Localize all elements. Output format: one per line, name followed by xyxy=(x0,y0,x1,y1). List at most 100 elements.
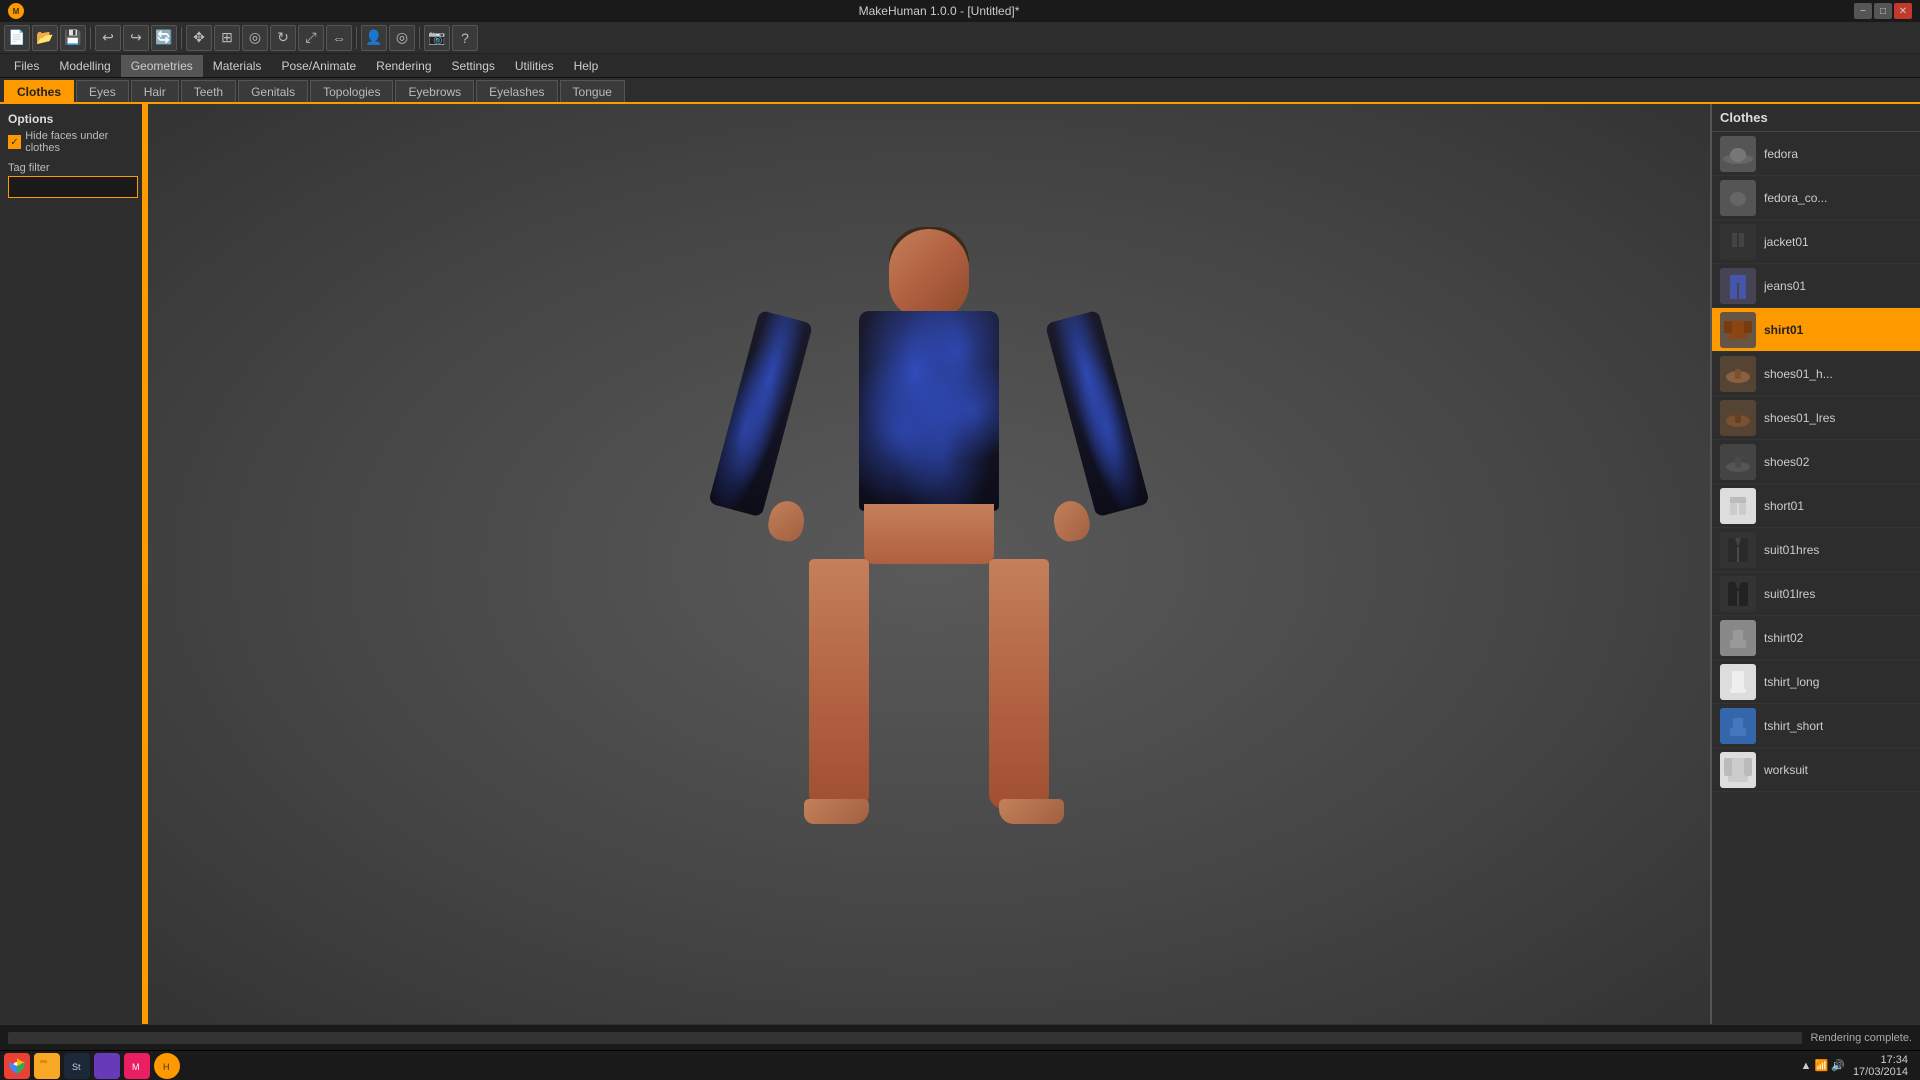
menu-utilities[interactable]: Utilities xyxy=(505,55,564,77)
taskbar-steam-icon[interactable]: St xyxy=(64,1053,90,1079)
taskbar-time: 17:34 17/03/2014 xyxy=(1853,1054,1908,1078)
pose-button[interactable]: 👤 xyxy=(361,25,387,51)
figure-leg-left xyxy=(809,559,869,809)
clothes-item-worksuit[interactable]: worksuit xyxy=(1712,748,1920,792)
item-label-shoes01-lres: shoes01_lres xyxy=(1764,411,1835,425)
hide-faces-checkbox[interactable]: ✓ xyxy=(8,135,21,149)
snap-button[interactable]: ◎ xyxy=(242,25,268,51)
menu-modelling[interactable]: Modelling xyxy=(49,55,120,77)
thumb-suit01hres xyxy=(1720,532,1756,568)
tag-filter-label: Tag filter xyxy=(8,162,138,174)
thumb-tshirt-short xyxy=(1720,708,1756,744)
thumb-shoes02 xyxy=(1720,444,1756,480)
tag-filter-input[interactable] xyxy=(8,176,138,198)
svg-text:H: H xyxy=(163,1062,170,1072)
tab-eyebrows[interactable]: Eyebrows xyxy=(395,80,474,102)
tab-eyes[interactable]: Eyes xyxy=(76,80,129,102)
taskbar-app6-icon[interactable]: H xyxy=(154,1053,180,1079)
item-label-short01: short01 xyxy=(1764,499,1804,513)
figure-hips xyxy=(864,504,994,564)
menu-materials[interactable]: Materials xyxy=(203,55,272,77)
clothes-item-tshirt02[interactable]: tshirt02 xyxy=(1712,616,1920,660)
content-area: Options ✓ Hide faces under clothes Tag f… xyxy=(0,104,1920,1024)
window-controls: − □ ✕ xyxy=(1854,3,1912,19)
thumb-jacket01 xyxy=(1720,224,1756,260)
figure-head xyxy=(889,229,969,319)
item-label-shirt01: shirt01 xyxy=(1764,323,1803,337)
menu-settings[interactable]: Settings xyxy=(442,55,505,77)
clothes-item-tshirt-long[interactable]: tshirt_long xyxy=(1712,660,1920,704)
figure-hand-left xyxy=(766,498,807,543)
svg-text:St: St xyxy=(72,1062,81,1072)
tab-eyelashes[interactable]: Eyelashes xyxy=(476,80,557,102)
thumb-worksuit xyxy=(1720,752,1756,788)
target-button[interactable]: ◎ xyxy=(389,25,415,51)
clothes-item-tshirt-short[interactable]: tshirt_short xyxy=(1712,704,1920,748)
thumb-fedora-co xyxy=(1720,180,1756,216)
tab-tongue[interactable]: Tongue xyxy=(560,80,625,102)
hide-faces-label: Hide faces under clothes xyxy=(25,130,138,154)
tab-teeth[interactable]: Teeth xyxy=(181,80,236,102)
redo-button[interactable]: ↪ xyxy=(123,25,149,51)
clothes-list: fedora fedora_co... jacket01 jeans01 xyxy=(1712,132,1920,1024)
clothes-item-suit01hres[interactable]: suit01hres xyxy=(1712,528,1920,572)
item-label-shoes02: shoes02 xyxy=(1764,455,1809,469)
refresh-button[interactable]: 🔄 xyxy=(151,25,177,51)
menu-geometries[interactable]: Geometries xyxy=(121,55,203,77)
thumb-shirt01 xyxy=(1720,312,1756,348)
status-bar: Rendering complete. xyxy=(0,1024,1920,1050)
clothes-item-shoes01-lres[interactable]: shoes01_lres xyxy=(1712,396,1920,440)
taskbar-app5-icon[interactable]: M xyxy=(124,1053,150,1079)
clothes-item-fedora-co[interactable]: fedora_co... xyxy=(1712,176,1920,220)
menu-files[interactable]: Files xyxy=(4,55,49,77)
taskbar-right: ▲ 📶 🔊 17:34 17/03/2014 xyxy=(1801,1054,1916,1078)
new-button[interactable]: 📄 xyxy=(4,25,30,51)
main-toolbar: 📄 📂 💾 ↩ ↪ 🔄 ✥ ⊞ ◎ ↻ ⤢ ⇔ 👤 ◎ 📷 ? xyxy=(0,22,1920,54)
taskbar-app4-icon[interactable] xyxy=(94,1053,120,1079)
thumb-suit01lres xyxy=(1720,576,1756,612)
app-icon: M xyxy=(8,3,24,19)
tab-genitals[interactable]: Genitals xyxy=(238,80,308,102)
thumb-shoes01-lres xyxy=(1720,400,1756,436)
help-button[interactable]: ? xyxy=(452,25,478,51)
menu-help[interactable]: Help xyxy=(564,55,609,77)
item-label-suit01lres: suit01lres xyxy=(1764,587,1815,601)
left-panel-resize-handle[interactable] xyxy=(142,104,146,1024)
item-label-shoes01-h: shoes01_h... xyxy=(1764,367,1833,381)
close-button[interactable]: ✕ xyxy=(1894,3,1912,19)
tab-hair[interactable]: Hair xyxy=(131,80,179,102)
separator-2 xyxy=(181,27,182,49)
separator-3 xyxy=(356,27,357,49)
menu-rendering[interactable]: Rendering xyxy=(366,55,441,77)
mirror-button[interactable]: ⇔ xyxy=(326,25,352,51)
minimize-button[interactable]: − xyxy=(1854,3,1872,19)
tab-topologies[interactable]: Topologies xyxy=(310,80,393,102)
taskbar-files-icon[interactable] xyxy=(34,1053,60,1079)
clothes-item-shoes01-h[interactable]: shoes01_h... xyxy=(1712,352,1920,396)
viewport[interactable] xyxy=(148,104,1710,1024)
clothes-item-jacket01[interactable]: jacket01 xyxy=(1712,220,1920,264)
thumb-short01 xyxy=(1720,488,1756,524)
save-button[interactable]: 💾 xyxy=(60,25,86,51)
open-button[interactable]: 📂 xyxy=(32,25,58,51)
clothes-item-fedora[interactable]: fedora xyxy=(1712,132,1920,176)
item-label-tshirt02: tshirt02 xyxy=(1764,631,1803,645)
menu-pose-animate[interactable]: Pose/Animate xyxy=(271,55,366,77)
clothes-item-shoes02[interactable]: shoes02 xyxy=(1712,440,1920,484)
undo-button[interactable]: ↩ xyxy=(95,25,121,51)
grid-button[interactable]: ⊞ xyxy=(214,25,240,51)
figure-foot-left xyxy=(804,799,869,824)
camera-button[interactable]: 📷 xyxy=(424,25,450,51)
clothes-item-jeans01[interactable]: jeans01 xyxy=(1712,264,1920,308)
hide-faces-option[interactable]: ✓ Hide faces under clothes xyxy=(8,130,138,154)
transform-button[interactable]: ✥ xyxy=(186,25,212,51)
rotate-button[interactable]: ↻ xyxy=(270,25,296,51)
clothes-item-short01[interactable]: short01 xyxy=(1712,484,1920,528)
scale-button[interactable]: ⤢ xyxy=(298,25,324,51)
clothes-item-suit01lres[interactable]: suit01lres xyxy=(1712,572,1920,616)
item-label-fedora: fedora xyxy=(1764,147,1798,161)
tab-clothes[interactable]: Clothes xyxy=(4,80,74,102)
taskbar-chrome-icon[interactable] xyxy=(4,1053,30,1079)
maximize-button[interactable]: □ xyxy=(1874,3,1892,19)
clothes-item-shirt01[interactable]: shirt01 xyxy=(1712,308,1920,352)
